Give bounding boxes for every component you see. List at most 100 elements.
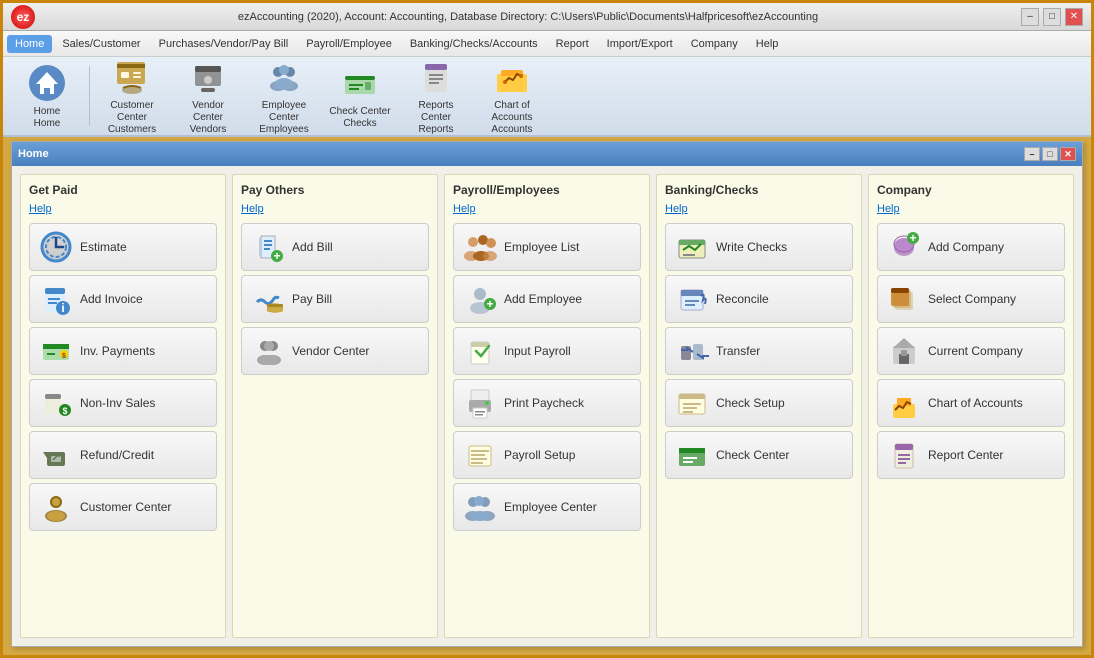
svg-text:$: $ — [62, 406, 67, 416]
window-restore[interactable]: □ — [1042, 147, 1058, 161]
svg-text:i: i — [61, 301, 64, 315]
add-company-icon: + — [886, 229, 922, 265]
window-minimize[interactable]: – — [1024, 147, 1040, 161]
add-company-button[interactable]: + Add Company — [877, 223, 1065, 271]
non-inv-sales-label: Non-Inv Sales — [80, 396, 155, 410]
add-employee-button[interactable]: + Add Employee — [453, 275, 641, 323]
payroll-title: Payroll/Employees — [453, 183, 641, 197]
add-invoice-button[interactable]: i Add Invoice — [29, 275, 217, 323]
reconcile-label: Reconcile — [716, 292, 769, 306]
menu-sales-customer[interactable]: Sales/Customer — [54, 35, 148, 53]
toolbar-check-center[interactable]: Check CenterChecks — [324, 61, 396, 131]
add-bill-button[interactable]: + Add Bill — [241, 223, 429, 271]
window-close[interactable]: ✕ — [1060, 147, 1076, 161]
add-employee-icon: + — [462, 281, 498, 317]
toolbar-home-label: HomeHome — [34, 106, 61, 130]
menu-payroll[interactable]: Payroll/Employee — [298, 35, 400, 53]
refund-credit-button[interactable]: Refund/Credit — [29, 431, 217, 479]
chart-accounts-section-label: Chart of Accounts — [928, 396, 1023, 410]
menu-import-export[interactable]: Import/Export — [599, 35, 681, 53]
employee-center-section-label: Employee Center — [504, 500, 597, 514]
employee-list-label: Employee List — [504, 240, 579, 254]
pay-bill-button[interactable]: Pay Bill — [241, 275, 429, 323]
check-setup-icon — [674, 385, 710, 421]
reconcile-button[interactable]: Reconcile — [665, 275, 853, 323]
payroll-setup-icon — [462, 437, 498, 473]
toolbar-vendor-center[interactable]: Vendor CenterVendors — [172, 61, 244, 131]
svg-text:$: $ — [62, 353, 66, 360]
check-center-section-icon — [674, 437, 710, 473]
add-company-label: Add Company — [928, 240, 1004, 254]
toolbar-employee-center[interactable]: Employee CenterEmployees — [248, 61, 320, 131]
toolbar: HomeHome Customer CenterCustomers — [3, 57, 1091, 137]
write-checks-label: Write Checks — [716, 240, 787, 254]
check-center-button[interactable]: Check Center — [665, 431, 853, 479]
check-setup-button[interactable]: Check Setup — [665, 379, 853, 427]
get-paid-help[interactable]: Help — [29, 203, 217, 215]
chart-accounts-section-button[interactable]: Chart of Accounts — [877, 379, 1065, 427]
customer-center-section-label: Customer Center — [80, 500, 171, 514]
select-company-icon — [886, 281, 922, 317]
check-center-section-label: Check Center — [716, 448, 789, 462]
input-payroll-button[interactable]: Input Payroll — [453, 327, 641, 375]
vendor-center-button[interactable]: Vendor Center — [241, 327, 429, 375]
section-payroll: Payroll/Employees Help Employee List — [444, 174, 650, 638]
non-inv-sales-icon: $ — [38, 385, 74, 421]
select-company-button[interactable]: Select Company — [877, 275, 1065, 323]
menu-home[interactable]: Home — [7, 35, 52, 53]
add-employee-label: Add Employee — [504, 292, 582, 306]
employee-center-section-icon — [462, 489, 498, 525]
write-checks-button[interactable]: Write Checks — [665, 223, 853, 271]
report-center-label: Report Center — [928, 448, 1003, 462]
app-icon: ez — [11, 5, 35, 29]
report-center-button[interactable]: Report Center — [877, 431, 1065, 479]
refund-credit-icon — [38, 437, 74, 473]
pay-others-help[interactable]: Help — [241, 203, 429, 215]
close-button[interactable]: ✕ — [1065, 8, 1083, 26]
transfer-label: Transfer — [716, 344, 760, 358]
toolbar-vendor-label: Vendor CenterVendors — [176, 100, 240, 136]
window-title-text: Home — [18, 148, 49, 160]
menu-banking[interactable]: Banking/Checks/Accounts — [402, 35, 546, 53]
menu-company[interactable]: Company — [683, 35, 746, 53]
payroll-help[interactable]: Help — [453, 203, 641, 215]
print-paycheck-button[interactable]: Print Paycheck — [453, 379, 641, 427]
current-company-label: Current Company — [928, 344, 1023, 358]
svg-text:+: + — [909, 231, 916, 245]
company-title: Company — [877, 183, 1065, 197]
company-help[interactable]: Help — [877, 203, 1065, 215]
toolbar-reports-center[interactable]: Reports CenterReports — [400, 61, 472, 131]
write-checks-icon — [674, 229, 710, 265]
pay-others-title: Pay Others — [241, 183, 429, 197]
maximize-button[interactable]: □ — [1043, 8, 1061, 26]
toolbar-chart-accounts[interactable]: Chart of AccountsAccounts — [476, 61, 548, 131]
chart-accounts-section-icon — [886, 385, 922, 421]
employee-list-button[interactable]: Employee List — [453, 223, 641, 271]
transfer-button[interactable]: Transfer — [665, 327, 853, 375]
menu-report[interactable]: Report — [548, 35, 597, 53]
banking-help[interactable]: Help — [665, 203, 853, 215]
reconcile-icon — [674, 281, 710, 317]
menu-bar: Home Sales/Customer Purchases/Vendor/Pay… — [3, 31, 1091, 57]
payroll-setup-button[interactable]: Payroll Setup — [453, 431, 641, 479]
banking-title: Banking/Checks — [665, 183, 853, 197]
estimate-button[interactable]: Estimate — [29, 223, 217, 271]
window-title: ezAccounting (2020), Account: Accounting… — [35, 11, 1021, 23]
menu-purchases[interactable]: Purchases/Vendor/Pay Bill — [151, 35, 297, 53]
employee-center-button[interactable]: Employee Center — [453, 483, 641, 531]
title-controls: – □ ✕ — [1021, 8, 1083, 26]
current-company-button[interactable]: Current Company — [877, 327, 1065, 375]
non-inv-sales-button[interactable]: $ Non-Inv Sales — [29, 379, 217, 427]
minimize-button[interactable]: – — [1021, 8, 1039, 26]
customer-center-button[interactable]: Customer Center — [29, 483, 217, 531]
toolbar-home[interactable]: HomeHome — [11, 61, 83, 131]
employee-center-toolbar-icon — [263, 56, 305, 98]
menu-help[interactable]: Help — [748, 35, 787, 53]
toolbar-customer-center[interactable]: Customer CenterCustomers — [96, 61, 168, 131]
customer-center-toolbar-icon — [111, 56, 153, 98]
window-controls: – □ ✕ — [1024, 147, 1076, 161]
inv-payments-label: Inv. Payments — [80, 344, 155, 358]
section-get-paid: Get Paid Help Estimate — [20, 174, 226, 638]
transfer-icon — [674, 333, 710, 369]
inv-payments-button[interactable]: $ Inv. Payments — [29, 327, 217, 375]
